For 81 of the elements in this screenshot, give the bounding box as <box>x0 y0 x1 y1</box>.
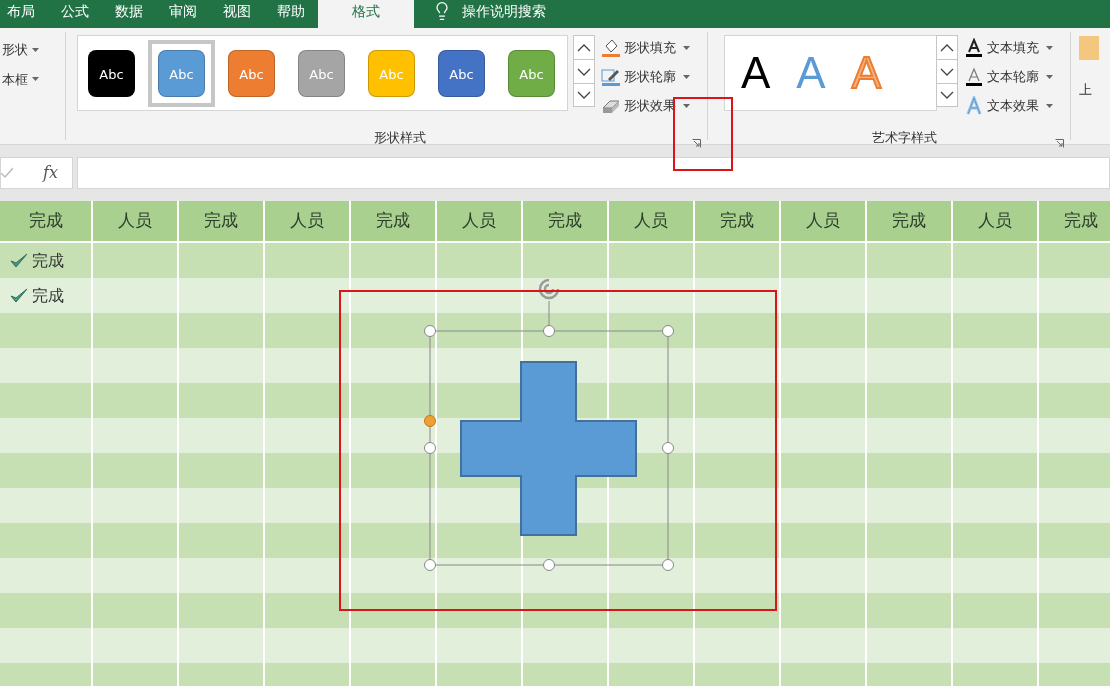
search-label[interactable]: 操作说明搜索 <box>462 0 546 22</box>
caret-icon <box>683 74 690 79</box>
column-header-cell: 完成 <box>1039 201 1110 241</box>
ribbon-menu-button[interactable]: 本框 <box>2 69 65 89</box>
table-cell <box>1039 593 1110 628</box>
column-header-cell: 完成 <box>179 201 265 241</box>
more-styles-button[interactable] <box>574 84 594 106</box>
caret-icon <box>683 45 690 50</box>
shape-style-option[interactable]: Abc <box>148 39 215 107</box>
scroll-down-button[interactable] <box>574 60 594 84</box>
table-cell <box>1039 383 1110 418</box>
table-cell <box>1039 523 1110 558</box>
group-label: 艺术字样式 <box>871 129 938 147</box>
ribbon-button-label[interactable]: 上 <box>1079 80 1099 100</box>
scroll-up-button[interactable] <box>937 36 957 60</box>
column-header-cell: 人员 <box>437 201 523 241</box>
caret-icon <box>683 103 690 108</box>
text-format-button[interactable]: 文本效果 <box>964 95 1064 116</box>
letter-a-outline-icon <box>964 66 984 87</box>
cross-shape[interactable] <box>460 361 637 536</box>
function-button[interactable]: fx <box>43 161 58 185</box>
column-header-cell: 人员 <box>265 201 351 241</box>
table-cell <box>1039 348 1110 383</box>
column-header-cell: 完成 <box>0 201 93 241</box>
caret-icon <box>1046 103 1053 108</box>
cell-text: 完成 <box>32 284 64 307</box>
chevron-down-icon <box>940 67 954 76</box>
ribbon-tab[interactable]: 布局 <box>0 0 48 28</box>
dialog-launcher-icon[interactable] <box>692 138 701 148</box>
check-icon[interactable] <box>1 167 13 179</box>
caret-icon <box>1046 74 1053 79</box>
text-format-button[interactable]: 文本填充 <box>964 37 1064 58</box>
column-header-cell: 人员 <box>781 201 867 241</box>
ribbon-menu-button[interactable]: 形状 <box>2 40 65 60</box>
ribbon-tab[interactable]: 数据 <box>102 0 156 28</box>
letter-a-glow-icon <box>964 95 984 116</box>
chevron-down-icon <box>577 67 591 76</box>
ribbon-tab[interactable]: 视图 <box>210 0 264 28</box>
dialog-launcher-icon[interactable] <box>1055 138 1064 148</box>
wordart-style-option[interactable]: A <box>741 51 771 95</box>
scroll-down-button[interactable] <box>937 60 957 84</box>
paint-bucket-icon <box>601 37 621 58</box>
column-header-cell: 完成 <box>695 201 781 241</box>
group-label: 形状样式 <box>372 129 427 147</box>
caret-icon <box>32 47 39 52</box>
ribbon-tab[interactable]: 公式 <box>48 0 102 28</box>
pencil-icon <box>601 66 621 87</box>
text-format-button[interactable]: 文本轮廓 <box>964 66 1064 87</box>
shape-format-button[interactable]: 形状轮廓 <box>601 66 701 87</box>
shape-style-option[interactable]: Abc <box>438 49 485 97</box>
chevron-down-icon <box>577 91 591 99</box>
table-cell <box>1039 418 1110 453</box>
chevron-up-icon <box>940 43 954 52</box>
chevron-down-icon <box>940 91 954 99</box>
column-header-cell: 完成 <box>523 201 609 241</box>
chevron-up-icon <box>577 43 591 52</box>
ribbon-tab[interactable]: 审阅 <box>156 0 210 28</box>
table-cell <box>1039 313 1110 348</box>
column-header-cell: 人员 <box>93 201 179 241</box>
formula-input[interactable] <box>77 157 1110 189</box>
selection-frame[interactable] <box>424 277 674 572</box>
table-cell <box>1039 558 1110 593</box>
column-header-cell: 完成 <box>351 201 437 241</box>
ribbon-tab[interactable]: 帮助 <box>264 0 318 28</box>
shape-format-button[interactable]: 形状填充 <box>601 37 701 58</box>
table-cell <box>1039 453 1110 488</box>
caret-icon <box>1046 45 1053 50</box>
column-header-cell: 人员 <box>609 201 695 241</box>
scroll-up-button[interactable] <box>574 36 594 60</box>
wordart-style-option[interactable]: A <box>796 51 826 95</box>
more-styles-button[interactable] <box>937 84 957 106</box>
shape-style-option[interactable]: Abc <box>88 49 135 97</box>
table-cell <box>1039 488 1110 523</box>
ribbon-tab[interactable]: 格式 <box>318 0 414 28</box>
letter-a-fill-icon <box>964 37 984 58</box>
table-cell <box>1039 628 1110 663</box>
cell-text: 完成 <box>32 249 64 272</box>
caret-icon <box>32 77 39 82</box>
table-cell <box>1039 278 1110 313</box>
column-header-cell: 完成 <box>867 201 953 241</box>
column-header-cell: 人员 <box>953 201 1039 241</box>
